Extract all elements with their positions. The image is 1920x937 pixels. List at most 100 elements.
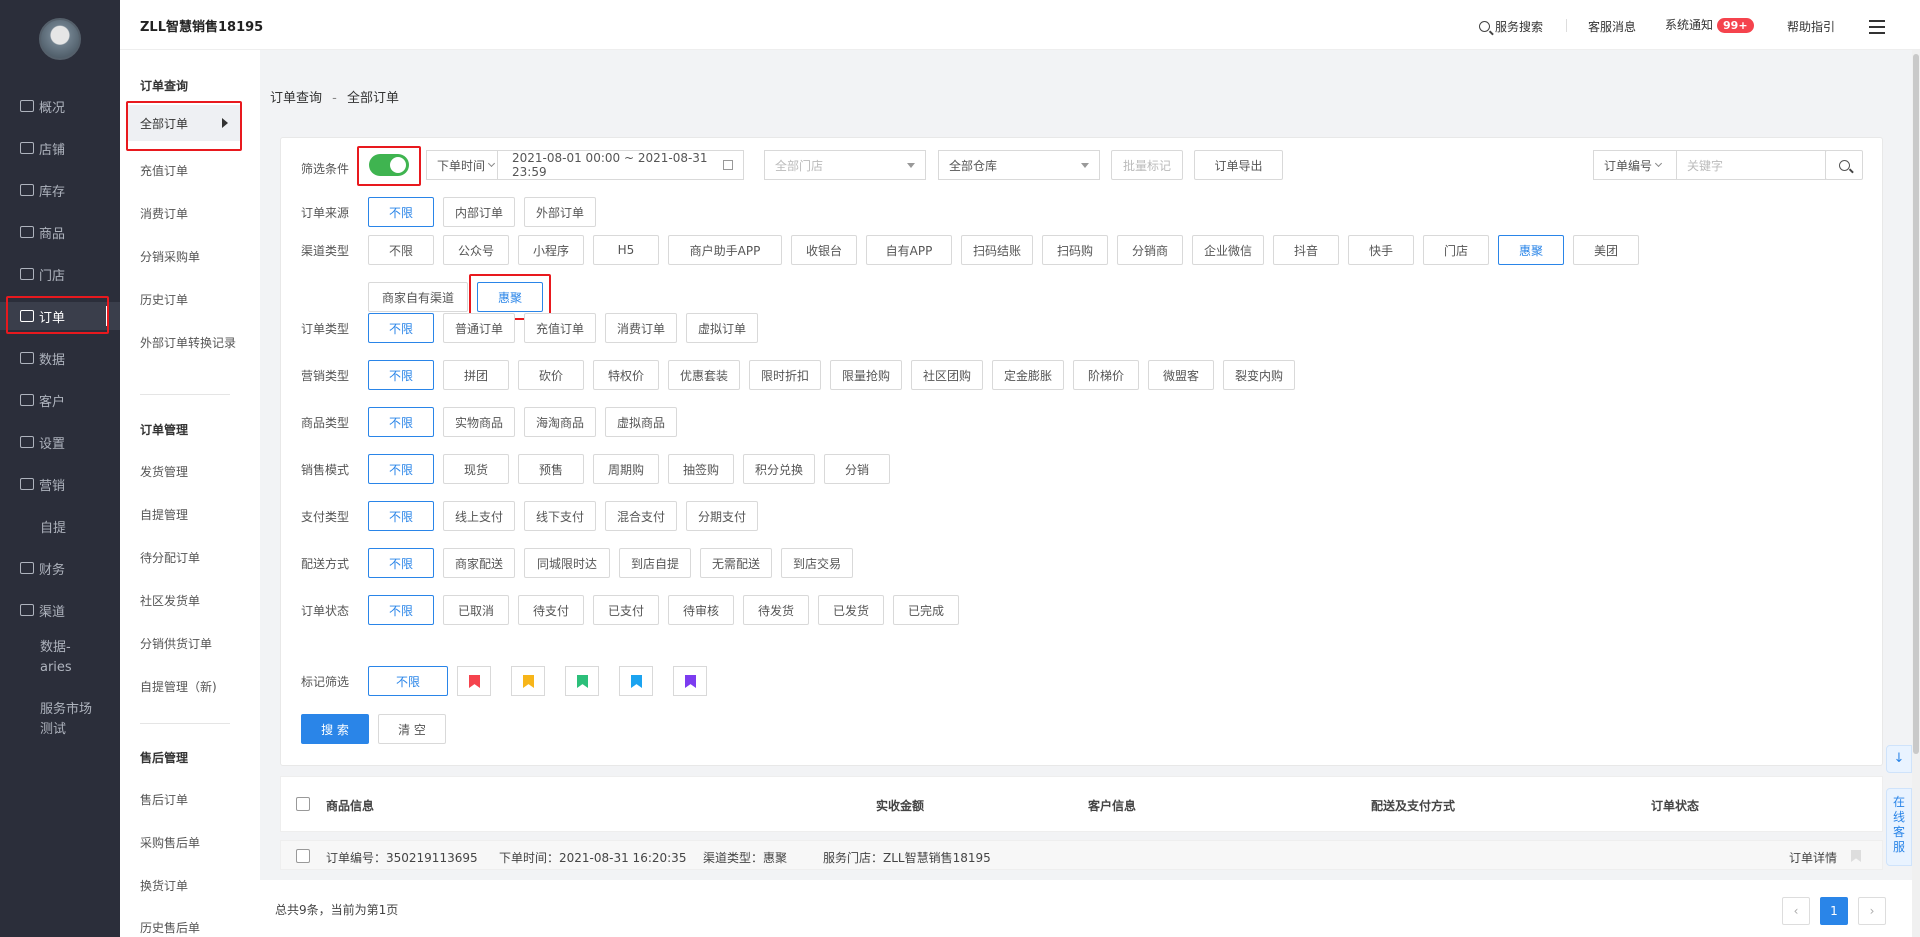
- nav-item-0[interactable]: 概况: [0, 92, 120, 120]
- warehouse-select[interactable]: 全部仓库: [938, 150, 1100, 180]
- filter-option[interactable]: 已取消: [443, 595, 509, 625]
- nav-item-11[interactable]: 财务: [0, 554, 120, 582]
- subnav-item-pickup-new[interactable]: 自提管理（新): [140, 679, 245, 696]
- filter-option[interactable]: 不限: [368, 313, 434, 343]
- filter-option[interactable]: 分销: [824, 454, 890, 484]
- filter-option[interactable]: 海淘商品: [524, 407, 596, 437]
- subnav-item-ship[interactable]: 发货管理: [140, 464, 245, 481]
- filter-option[interactable]: 消费订单: [605, 313, 677, 343]
- filter-option[interactable]: 到店自提: [619, 548, 691, 578]
- mark-any-button[interactable]: 不限: [368, 666, 448, 696]
- filter-option[interactable]: 不限: [368, 360, 434, 390]
- order-detail-link[interactable]: 订单详情: [1789, 849, 1837, 866]
- search-button-icon[interactable]: [1825, 150, 1863, 180]
- filter-option[interactable]: 周期购: [593, 454, 659, 484]
- date-range-input[interactable]: 2021-08-01 00:00 ~ 2021-08-31 23:59: [497, 150, 744, 180]
- filter-option[interactable]: 优惠套装: [668, 360, 740, 390]
- mark-flag-button[interactable]: [511, 666, 545, 696]
- filter-option[interactable]: 商家配送: [443, 548, 515, 578]
- filter-option[interactable]: 已发货: [818, 595, 884, 625]
- subnav-item-external-convert[interactable]: 外部订单转换记录: [140, 335, 245, 352]
- filter-option[interactable]: 积分兑换: [743, 454, 815, 484]
- filter-option[interactable]: 快手: [1348, 235, 1414, 265]
- filter-option[interactable]: 虚拟商品: [605, 407, 677, 437]
- filter-option[interactable]: 实物商品: [443, 407, 515, 437]
- bookmark-icon[interactable]: [1851, 850, 1861, 862]
- nav-item-13[interactable]: 数据-aries: [0, 638, 120, 680]
- filter-option[interactable]: 抽签购: [668, 454, 734, 484]
- search-submit-button[interactable]: 搜 索: [301, 714, 369, 744]
- filter-option[interactable]: 已完成: [893, 595, 959, 625]
- filter-option[interactable]: H5: [593, 235, 659, 265]
- avatar[interactable]: [39, 18, 81, 60]
- filter-option[interactable]: 小程序: [518, 235, 584, 265]
- subnav-item-dist-supply[interactable]: 分销供货订单: [140, 636, 245, 653]
- filter-option[interactable]: 社区团购: [911, 360, 983, 390]
- filter-option[interactable]: 混合支付: [605, 501, 677, 531]
- filter-option[interactable]: 待支付: [518, 595, 584, 625]
- online-service-tool[interactable]: 在线客服: [1886, 788, 1912, 866]
- filter-option[interactable]: 不限: [368, 235, 434, 265]
- menu-icon[interactable]: [1869, 20, 1885, 34]
- filter-option[interactable]: 已支付: [593, 595, 659, 625]
- scrollbar[interactable]: [1912, 50, 1920, 937]
- mark-flag-button[interactable]: [619, 666, 653, 696]
- filter-option[interactable]: 限量抢购: [830, 360, 902, 390]
- subnav-item-pickup[interactable]: 自提管理: [140, 507, 245, 524]
- filter-option[interactable]: 待发货: [743, 595, 809, 625]
- store-select[interactable]: 全部门店: [764, 150, 926, 180]
- filter-option[interactable]: 线下支付: [524, 501, 596, 531]
- filter-option[interactable]: 内部订单: [443, 197, 515, 227]
- filter-option[interactable]: 微盟客: [1148, 360, 1214, 390]
- filter-option[interactable]: 普通订单: [443, 313, 515, 343]
- keyword-input[interactable]: 关键字: [1676, 150, 1826, 180]
- subnav-item-dist-purchase[interactable]: 分销采购单: [140, 249, 245, 266]
- breadcrumb-parent[interactable]: 订单查询: [270, 91, 322, 106]
- filter-option[interactable]: 不限: [368, 595, 434, 625]
- filter-option[interactable]: 不限: [368, 454, 434, 484]
- subnav-item-community-ship[interactable]: 社区发货单: [140, 593, 245, 610]
- filter-option[interactable]: 外部订单: [524, 197, 596, 227]
- filter-option[interactable]: 线上支付: [443, 501, 515, 531]
- filter-option[interactable]: 充值订单: [524, 313, 596, 343]
- subnav-item-to-assign[interactable]: 待分配订单: [140, 550, 245, 567]
- scrollbar-thumb[interactable]: [1913, 54, 1919, 754]
- nav-item-14[interactable]: 服务市场测试: [0, 700, 120, 742]
- subnav-item-consume[interactable]: 消费订单: [140, 206, 245, 223]
- mark-flag-button[interactable]: [457, 666, 491, 696]
- filter-option[interactable]: 惠聚: [1498, 235, 1564, 265]
- filter-option[interactable]: 不限: [368, 548, 434, 578]
- prev-page-button[interactable]: ‹: [1782, 897, 1810, 925]
- support-message-link[interactable]: 客服消息: [1588, 18, 1636, 35]
- nav-item-8[interactable]: 设置: [0, 428, 120, 456]
- filter-option[interactable]: 企业微信: [1192, 235, 1264, 265]
- batch-mark-button[interactable]: 批量标记: [1111, 150, 1183, 180]
- filter-option[interactable]: 阶梯价: [1073, 360, 1139, 390]
- filter-option[interactable]: 抖音: [1273, 235, 1339, 265]
- clear-button[interactable]: 清 空: [378, 714, 446, 744]
- nav-item-6[interactable]: 数据: [0, 344, 120, 372]
- filter-option[interactable]: 扫码购: [1042, 235, 1108, 265]
- nav-item-9[interactable]: 营销: [0, 470, 120, 498]
- subnav-item-history[interactable]: 历史订单: [140, 292, 245, 309]
- select-all-checkbox[interactable]: [296, 797, 310, 811]
- filter-option[interactable]: 分销商: [1117, 235, 1183, 265]
- subnav-item-recharge[interactable]: 充值订单: [140, 163, 245, 180]
- filter-option[interactable]: 公众号: [443, 235, 509, 265]
- nav-item-12[interactable]: 渠道: [0, 596, 120, 624]
- filter-option[interactable]: 商家自有渠道: [368, 282, 468, 312]
- filter-option[interactable]: 扫码结账: [961, 235, 1033, 265]
- nav-item-7[interactable]: 客户: [0, 386, 120, 414]
- filter-option[interactable]: 拼团: [443, 360, 509, 390]
- filter-option[interactable]: 不限: [368, 501, 434, 531]
- download-tool[interactable]: ↓: [1886, 745, 1912, 773]
- filter-option[interactable]: 虚拟订单: [686, 313, 758, 343]
- mark-flag-button[interactable]: [565, 666, 599, 696]
- filter-option[interactable]: 不限: [368, 407, 434, 437]
- subnav-item-purchase-after[interactable]: 采购售后单: [140, 835, 245, 852]
- filter-option[interactable]: 特权价: [593, 360, 659, 390]
- filter-option[interactable]: 定金膨胀: [992, 360, 1064, 390]
- time-type-select[interactable]: 下单时间: [426, 150, 498, 180]
- filter-option[interactable]: 门店: [1423, 235, 1489, 265]
- next-page-button[interactable]: ›: [1858, 897, 1886, 925]
